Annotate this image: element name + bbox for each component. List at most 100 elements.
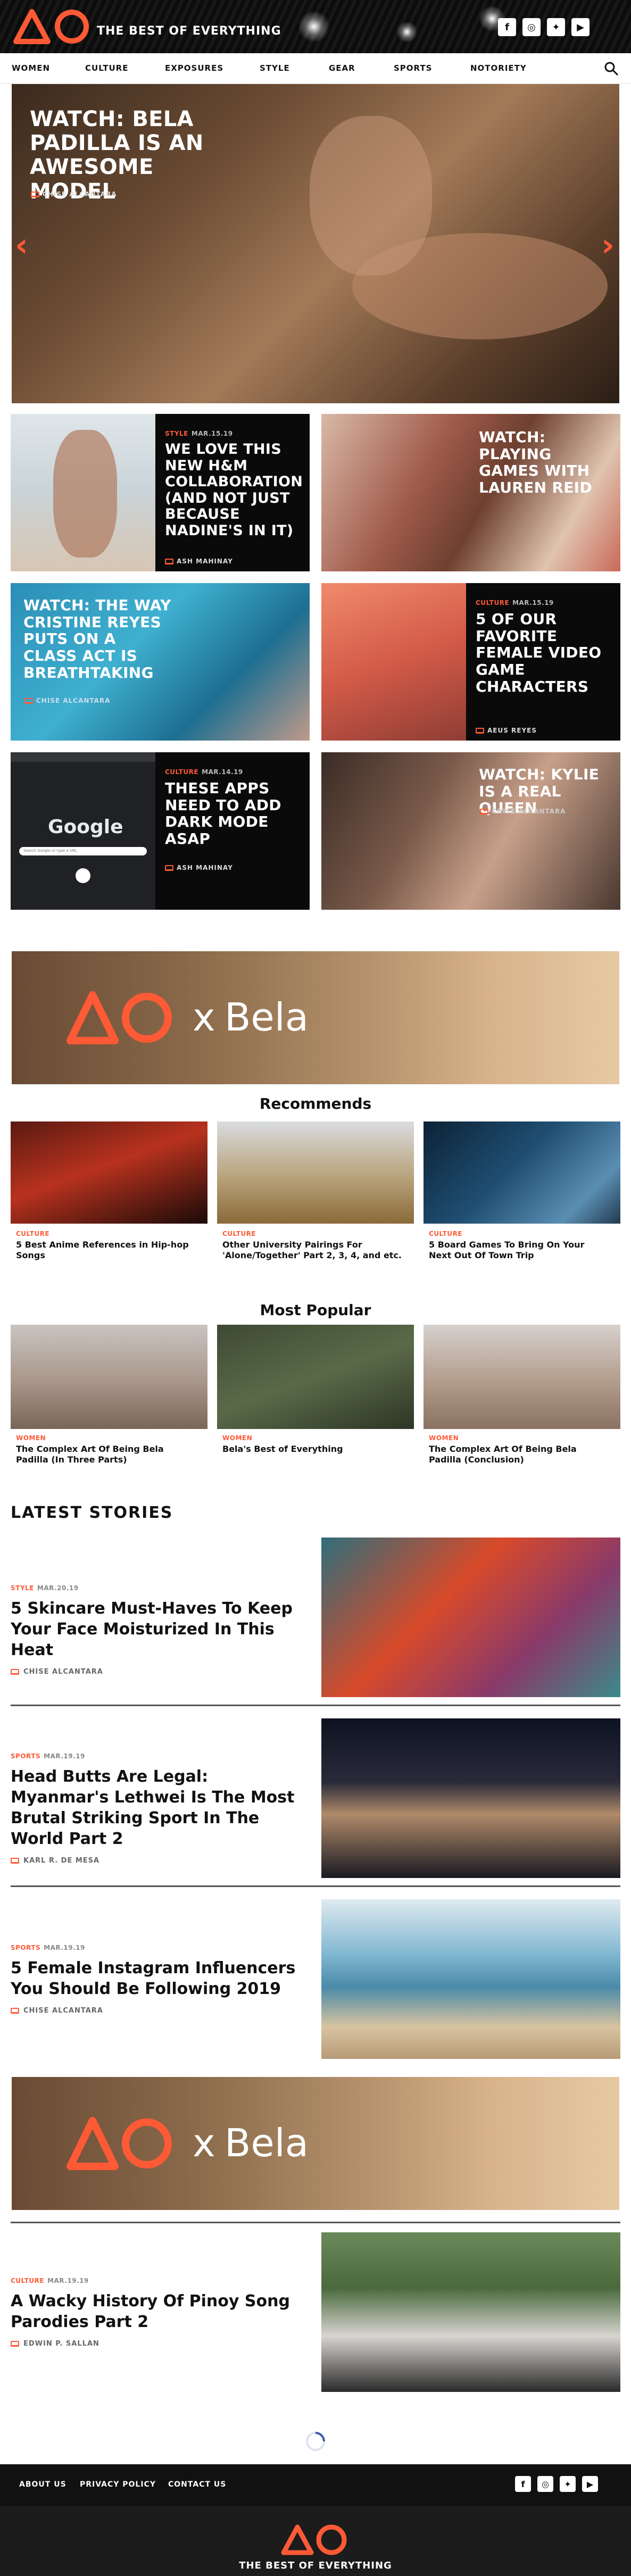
popular-title[interactable]: The Complex Art Of Being Bela Padilla (C… (429, 1444, 610, 1465)
popular-card-image[interactable] (424, 1325, 620, 1429)
popular-category[interactable]: WOMEN (16, 1434, 197, 1442)
instagram-icon[interactable]: ◎ (522, 18, 541, 36)
popular-item[interactable]: WOMEN The Complex Art Of Being Bela Padil… (16, 1434, 197, 1465)
story-item[interactable]: CULTURE MAR.19.19 A Wacky History Of Pino… (11, 2232, 620, 2392)
story-image[interactable] (321, 1899, 620, 2059)
footer-link-privacy[interactable]: PRIVACY POLICY (80, 2480, 156, 2489)
recommend-item[interactable]: CULTURE Other University Pairings For 'Al… (222, 1230, 403, 1261)
hero-slider[interactable]: WATCH: BELA PADILLA IS AN AWESOME MODEL … (12, 84, 619, 403)
site-logo[interactable] (11, 5, 96, 47)
nav-item-gear[interactable]: GEAR (329, 63, 355, 73)
hero-author-name: CHISE ALCANTARA (43, 190, 117, 198)
popular-item[interactable]: WOMEN The Complex Art Of Being Bela Padil… (429, 1434, 610, 1465)
recommend-category[interactable]: CULTURE (16, 1230, 197, 1237)
instagram-icon[interactable]: ◎ (537, 2476, 553, 2492)
grid-card[interactable]: WATCH: THE WAY CRISTINE REYES PUTS ON A … (11, 583, 310, 741)
recommend-category[interactable]: CULTURE (222, 1230, 403, 1237)
story-item[interactable]: STYLE MAR.20.19 5 Skincare Must-Haves To … (11, 1538, 620, 1697)
card-title[interactable]: WATCH: PLAYING GAMES WITH LAUREN REID (479, 429, 612, 496)
story-item[interactable]: SPORTS MAR.19.19 Head Butts Are Legal: My… (11, 1718, 620, 1878)
nav-item-exposures[interactable]: EXPOSURES (165, 63, 223, 73)
story-date: MAR.19.19 (47, 2277, 89, 2284)
promo-banner[interactable]: x Bela (12, 2077, 619, 2210)
story-title[interactable]: Head Butts Are Legal: Myanmar's Lethwei … (11, 1766, 309, 1849)
slider-next-arrow[interactable]: › (601, 227, 615, 264)
story-author: CHISE ALCANTARA (23, 1668, 103, 1676)
footer-logo[interactable] (278, 2522, 353, 2557)
recommend-item[interactable]: CULTURE 5 Best Anime References in Hip-ho… (16, 1230, 197, 1261)
promo-banner[interactable]: x Bela (12, 951, 619, 1084)
card-author: AEUS REYES (487, 727, 537, 734)
recommend-card-image[interactable] (424, 1121, 620, 1224)
card-date: MAR.15.19 (512, 599, 554, 606)
story-title[interactable]: A Wacky History Of Pinoy Song Parodies P… (11, 2291, 309, 2332)
recommend-image (11, 1121, 207, 1224)
popular-title[interactable]: Bela's Best of Everything (222, 1444, 403, 1455)
story-image[interactable] (321, 1718, 620, 1878)
popular-image (424, 1325, 620, 1429)
card-category[interactable]: CULTURE (165, 768, 198, 776)
slider-prev-arrow[interactable]: ‹ (15, 227, 28, 264)
nav-item-culture[interactable]: CULTURE (85, 63, 128, 73)
youtube-icon[interactable]: ▶ (582, 2476, 598, 2492)
story-category[interactable]: STYLE (11, 1584, 34, 1592)
recommend-card-image[interactable] (11, 1121, 207, 1224)
recommend-title[interactable]: 5 Board Games To Bring On Your Next Out … (429, 1240, 610, 1261)
hero-title[interactable]: WATCH: BELA PADILLA IS AN AWESOME MODEL (30, 107, 221, 204)
twitter-icon[interactable]: ✦ (560, 2476, 576, 2492)
recommend-title[interactable]: 5 Best Anime References in Hip-hop Songs (16, 1240, 197, 1261)
popular-card-image[interactable] (11, 1325, 207, 1429)
nav-item-style[interactable]: STYLE (260, 63, 290, 73)
recommend-category[interactable]: CULTURE (429, 1230, 610, 1237)
loading-spinner-icon (306, 2432, 325, 2451)
popular-category[interactable]: WOMEN (222, 1434, 403, 1442)
story-category[interactable]: CULTURE (11, 2277, 44, 2284)
grid-card[interactable]: CULTURE MAR.15.19 5 OF OUR FAVORITE FEMAL… (321, 583, 620, 741)
search-icon[interactable] (603, 61, 619, 77)
story-item[interactable]: SPORTS MAR.19.19 5 Female Instagram Influ… (11, 1899, 620, 2059)
story-text: STYLE MAR.20.19 5 Skincare Must-Haves To … (11, 1584, 309, 1676)
grid-card[interactable]: STYLE MAR.15.19 WE LOVE THIS NEW H&M COLL… (11, 414, 310, 571)
story-image[interactable] (321, 2232, 620, 2392)
nav-item-notoriety[interactable]: NOTORIETY (470, 63, 527, 73)
youtube-icon[interactable]: ▶ (571, 18, 590, 36)
card-category[interactable]: CULTURE (476, 599, 509, 606)
story-title[interactable]: 5 Skincare Must-Haves To Keep Your Face … (11, 1598, 309, 1660)
recommends-heading: Recommends (259, 1095, 372, 1112)
recommend-title[interactable]: Other University Pairings For 'Alone/Tog… (222, 1240, 403, 1261)
nav-item-sports[interactable]: SPORTS (394, 63, 432, 73)
grid-card[interactable]: WATCH: KYLIE IS A REAL QUEEN CHISE ALCAN… (321, 752, 620, 910)
popular-card-image[interactable] (217, 1325, 414, 1429)
footer-link-about[interactable]: ABOUT US (19, 2480, 67, 2489)
recommend-item[interactable]: CULTURE 5 Board Games To Bring On Your Ne… (429, 1230, 610, 1261)
facebook-icon[interactable]: f (515, 2476, 531, 2492)
grid-card-image: Google Search Google or type a URL (11, 752, 155, 910)
author-icon (476, 727, 484, 734)
banner-x: x (193, 995, 215, 1040)
footer-links-bar: ABOUT US PRIVACY POLICY CONTACT US f ◎ ✦… (0, 2464, 631, 2506)
recommend-card-image[interactable] (217, 1121, 414, 1224)
popular-title[interactable]: The Complex Art Of Being Bela Padilla (I… (16, 1444, 197, 1465)
card-title[interactable]: 5 OF OUR FAVORITE FEMALE VIDEO GAME CHAR… (476, 611, 611, 695)
card-title[interactable]: THESE APPS NEED TO ADD DARK MODE ASAP (165, 780, 300, 847)
story-title[interactable]: 5 Female Instagram Influencers You Shoul… (11, 1958, 309, 1999)
card-title[interactable]: WE LOVE THIS NEW H&M COLLABORATION (AND … (165, 441, 303, 539)
footer-tagline: THE BEST OF EVERYTHING (239, 2560, 392, 2571)
grid-card-figure (53, 430, 117, 558)
nav-item-women[interactable]: WOMEN (12, 63, 50, 73)
story-category[interactable]: SPORTS (11, 1752, 40, 1760)
popular-heading: Most Popular (260, 1301, 371, 1319)
grid-card[interactable]: WATCH: PLAYING GAMES WITH LAUREN REID (321, 414, 620, 571)
author-icon (11, 2008, 19, 2014)
story-image[interactable] (321, 1538, 620, 1697)
twitter-icon[interactable]: ✦ (547, 18, 565, 36)
card-category[interactable]: STYLE (165, 430, 188, 437)
facebook-icon[interactable]: f (498, 18, 516, 36)
author-icon (31, 191, 39, 197)
footer-link-contact[interactable]: CONTACT US (168, 2480, 226, 2489)
story-category[interactable]: SPORTS (11, 1944, 40, 1951)
popular-category[interactable]: WOMEN (429, 1434, 610, 1442)
popular-item[interactable]: WOMEN Bela's Best of Everything (222, 1434, 403, 1455)
grid-card[interactable]: Google Search Google or type a URL CULTU… (11, 752, 310, 910)
card-title[interactable]: WATCH: THE WAY CRISTINE REYES PUTS ON A … (23, 597, 172, 681)
